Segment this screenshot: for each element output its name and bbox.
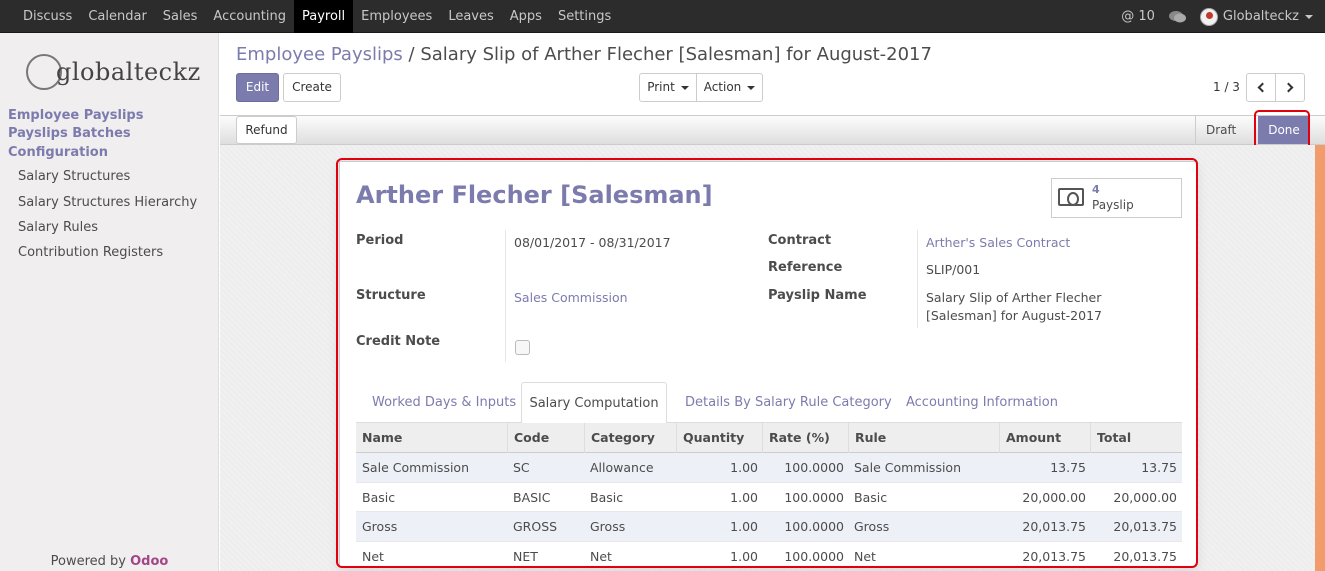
sidebar-item-contribution-registers[interactable]: Contribution Registers	[18, 245, 163, 260]
sidebar-item-salary-structures-hierarchy[interactable]: Salary Structures Hierarchy	[18, 195, 197, 210]
print-dropdown[interactable]: Print	[639, 73, 697, 102]
pager-value: 1 / 3	[1213, 80, 1240, 94]
menu-sales[interactable]: Sales	[155, 0, 206, 33]
sidebar-item-payslips-batches[interactable]: Payslips Batches	[8, 126, 131, 141]
top-navbar: Discuss Calendar Sales Accounting Payrol…	[0, 0, 1325, 33]
sidebar-item-salary-rules[interactable]: Salary Rules	[18, 220, 98, 235]
chat-icon[interactable]	[1168, 10, 1186, 24]
odoo-link[interactable]: Odoo	[130, 554, 168, 569]
menu-payroll[interactable]: Payroll	[294, 0, 354, 33]
menu-leaves[interactable]: Leaves	[440, 0, 501, 33]
sidebar-item-configuration[interactable]: Configuration	[8, 145, 108, 160]
menu-calendar[interactable]: Calendar	[80, 0, 154, 33]
user-name: Globalteckz	[1222, 9, 1299, 24]
menu-employees[interactable]: Employees	[353, 0, 440, 33]
breadcrumb: Employee Payslips / Salary Slip of Arthe…	[236, 44, 932, 65]
statusbar: Refund Draft Done	[220, 115, 1325, 145]
menu-settings[interactable]: Settings	[550, 0, 619, 33]
user-menu[interactable]: Globalteckz	[1199, 7, 1313, 26]
page-title: Salary Slip of Arther Flecher [Salesman]…	[420, 44, 932, 65]
menu-discuss[interactable]: Discuss	[15, 0, 80, 33]
sidebar-item-employee-payslips[interactable]: Employee Payslips	[8, 108, 143, 123]
action-dropdown[interactable]: Action	[696, 73, 763, 102]
sidebar: globalteckz Employee Payslips Payslips B…	[0, 33, 219, 571]
create-button[interactable]: Create	[283, 73, 341, 102]
caret-down-icon	[747, 85, 756, 90]
refund-button[interactable]: Refund	[236, 116, 297, 144]
breadcrumb-employee-payslips[interactable]: Employee Payslips	[236, 44, 403, 65]
topbar-systray: @ 10 Globalteckz	[1107, 0, 1313, 33]
chevron-right-icon	[1283, 82, 1294, 93]
edit-button[interactable]: Edit	[236, 73, 279, 102]
app-menu: Discuss Calendar Sales Accounting Payrol…	[15, 0, 619, 33]
menu-apps[interactable]: Apps	[502, 0, 550, 33]
caret-down-icon	[1305, 14, 1313, 19]
status-draft[interactable]: Draft	[1195, 116, 1255, 144]
control-panel: Employee Payslips / Salary Slip of Arthe…	[220, 33, 1325, 115]
done-highlight-frame	[1254, 110, 1310, 150]
pager-next-button[interactable]	[1275, 73, 1305, 102]
pager-previous-button[interactable]	[1246, 73, 1276, 102]
company-logo: globalteckz	[26, 50, 200, 94]
powered-by: Powered by Odoo	[50, 554, 169, 569]
menu-accounting[interactable]: Accounting	[205, 0, 294, 33]
caret-down-icon	[680, 85, 689, 90]
scrollbar[interactable]	[1315, 145, 1325, 571]
mentions-counter[interactable]: @ 10	[1121, 9, 1155, 24]
avatar	[1199, 7, 1218, 26]
sheet-highlight-frame	[336, 158, 1198, 568]
sidebar-item-salary-structures[interactable]: Salary Structures	[18, 169, 130, 184]
chevron-left-icon	[1257, 82, 1268, 93]
